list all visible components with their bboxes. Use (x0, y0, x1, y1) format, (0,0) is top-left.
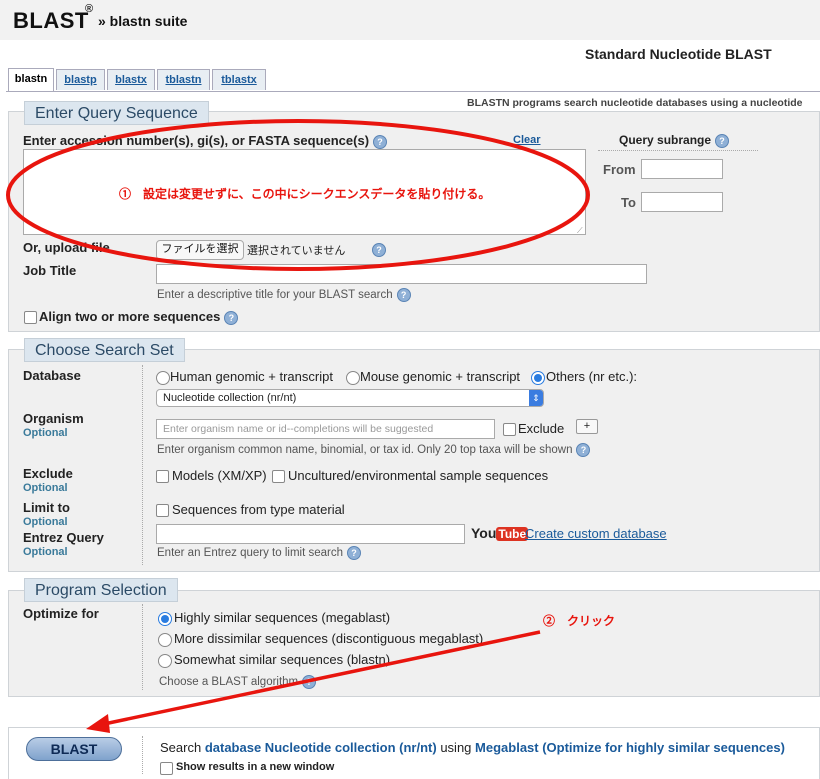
annotation-overlay (6, 119, 590, 733)
annotation-step1: ① 設定は変更せずに、この中にシークエンスデータを貼り付ける。 (119, 187, 491, 201)
arrow-head-icon (86, 714, 110, 733)
annotation-step2: ② クリック (543, 614, 616, 628)
arrow-line (103, 630, 541, 726)
